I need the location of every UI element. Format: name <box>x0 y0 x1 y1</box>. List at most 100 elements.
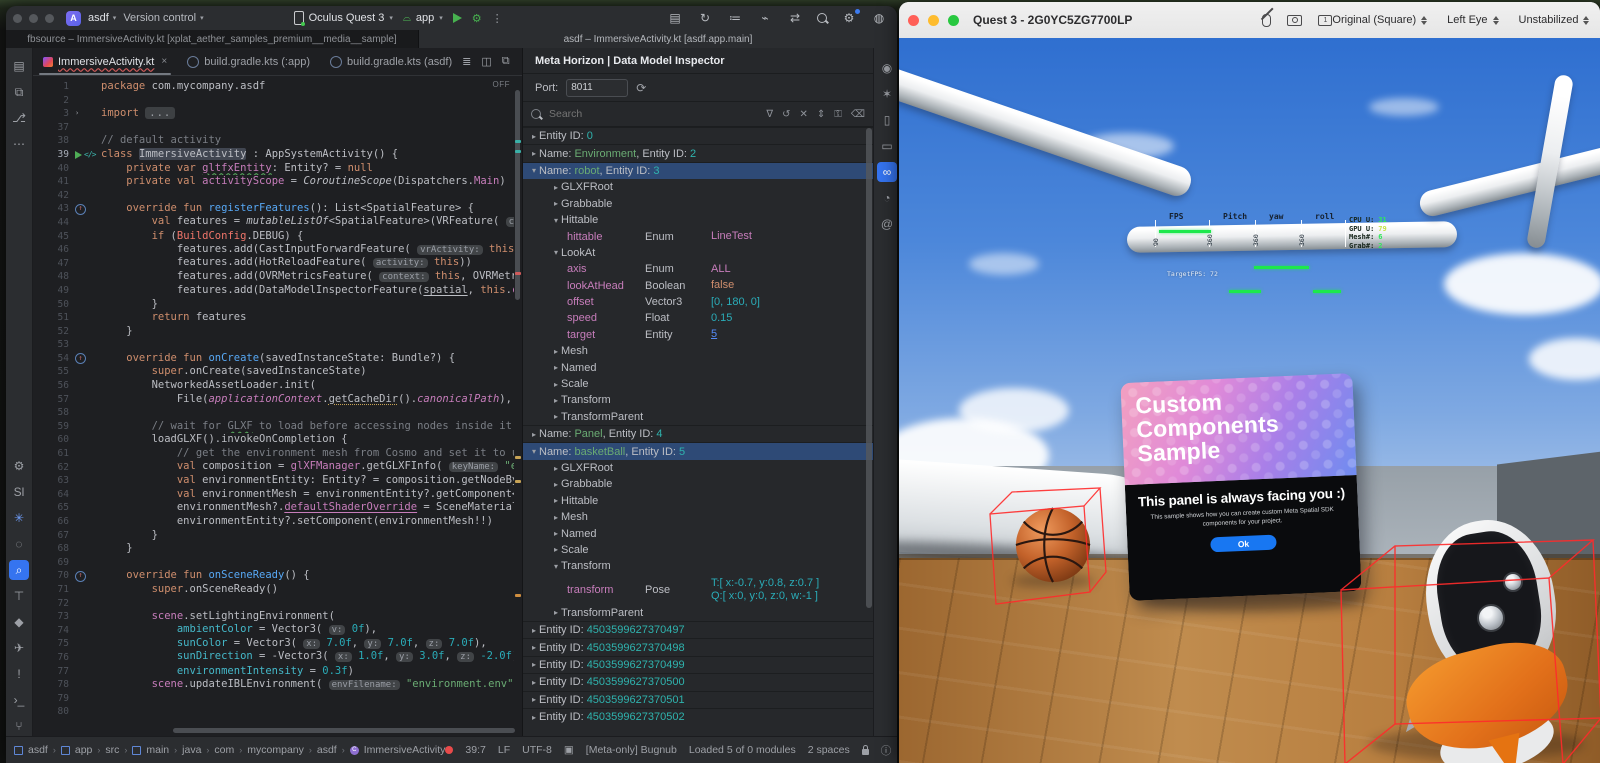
split-editor-icon[interactable]: ◫ <box>481 55 491 68</box>
tree-row[interactable]: ▾Hittable <box>523 212 873 228</box>
minimize-window-button[interactable] <box>928 15 939 26</box>
tree-row[interactable]: ▸Named <box>523 359 873 375</box>
tree-row[interactable]: offsetVector3[0, 180, 0] <box>523 294 873 310</box>
zoom-window-button[interactable] <box>948 15 959 26</box>
info-icon[interactable]: ⓘ <box>881 743 892 758</box>
readonly-icon[interactable]: ▣ <box>564 744 574 756</box>
project-selector[interactable]: asdf▾ <box>88 12 116 24</box>
problems-icon[interactable]: ! <box>9 664 29 684</box>
gem-icon[interactable]: ◆ <box>9 612 29 632</box>
tree-row[interactable]: ▸Entity ID: 4503599627370501 <box>523 691 873 708</box>
vcs-widget[interactable]: Version control▾ <box>123 12 203 24</box>
fold-icon[interactable]: › <box>75 107 79 121</box>
meta-horizon-icon[interactable]: ∞ <box>877 162 897 182</box>
tree-row[interactable]: ▸Name: Panel, Entity ID: 4 <box>523 425 873 442</box>
background-window-title[interactable]: fbsource – ImmersiveActivity.kt [xplat_a… <box>6 30 419 48</box>
scrollbar-thumb[interactable] <box>515 90 520 300</box>
tree-row[interactable]: ▸GLXFRoot <box>523 179 873 195</box>
inspector-scrollbar[interactable] <box>866 128 872 608</box>
refresh-icon[interactable]: ⟳ <box>636 81 646 95</box>
vr-ui-panel[interactable]: Custom Components Sample This panel is a… <box>1120 373 1361 601</box>
tree-row[interactable]: hittableEnumLineTest <box>523 228 873 244</box>
tree-row[interactable]: ▸Mesh <box>523 509 873 525</box>
breadcrumb[interactable]: asdf›app›src›main›java›com›mycompany›asd… <box>14 744 445 756</box>
tab-immersiveactivity-kt[interactable]: ImmersiveActivity.kt× <box>33 48 177 75</box>
tree-row[interactable]: ▸Entity ID: 4503599627370498 <box>523 638 873 655</box>
caret-position[interactable]: 39:7 <box>465 744 485 756</box>
single-window-icon[interactable]: 1 <box>1318 15 1332 26</box>
vr-viewport[interactable]: 90FPS360Pitch360yaw360roll CPU U:31GPU U… <box>899 38 1600 763</box>
breadcrumb-item[interactable]: src <box>105 744 119 756</box>
list-view-icon[interactable]: ≣ <box>462 55 471 68</box>
attach-debugger-icon[interactable]: ⌁ <box>757 11 773 25</box>
override-icon[interactable]: ↑ <box>75 571 86 582</box>
run-button[interactable] <box>453 13 462 23</box>
tree-row[interactable]: targetEntity5 <box>523 327 873 343</box>
editor-vertical-scrollbar[interactable] <box>514 76 521 736</box>
bugnub-widget[interactable]: [Meta-only] Bugnub <box>586 744 677 756</box>
breadcrumb-item[interactable]: asdf <box>317 744 337 756</box>
breadcrumb-item[interactable]: java <box>182 744 201 756</box>
terminal-icon[interactable]: ›_ <box>9 690 29 710</box>
bee-icon[interactable]: ✈ <box>9 638 29 658</box>
breadcrumb-item[interactable]: main <box>132 744 169 756</box>
filter-icon[interactable]: ∇ <box>766 109 773 120</box>
breadcrumb-item[interactable]: com <box>214 744 234 756</box>
tree-row[interactable]: speedFloat0.15 <box>523 310 873 326</box>
settings-icon[interactable]: ⚙ <box>841 11 857 25</box>
lock-icon[interactable]: ⚿ <box>834 109 842 120</box>
tab-build-gradle-kts-asdf-[interactable]: build.gradle.kts (asdf) <box>320 48 462 75</box>
tab-build-gradle-kts-app-[interactable]: build.gradle.kts (:app) <box>177 48 320 75</box>
plugin-icon[interactable]: ◌ <box>9 534 29 554</box>
more-tools-icon[interactable]: ⋯ <box>9 134 29 154</box>
tree-row[interactable]: ▸Hittable <box>523 493 873 509</box>
run-class-icon[interactable] <box>75 151 82 159</box>
tree-row[interactable]: ▸Scale <box>523 542 873 558</box>
gradle-icon[interactable]: ◔ <box>877 188 897 208</box>
ai-assistant-icon[interactable]: ✶ <box>877 84 897 104</box>
tree-row[interactable]: ▸Mesh <box>523 343 873 359</box>
more-run-options-button[interactable]: ⋮ <box>492 12 504 25</box>
update-project-icon[interactable]: ⇄ <box>787 11 803 25</box>
tree-row[interactable]: ▸Named <box>523 525 873 541</box>
tree-row[interactable]: ▾LookAt <box>523 245 873 261</box>
tree-row[interactable]: ▸Entity ID: 0 <box>523 127 873 144</box>
device-explorer-icon[interactable]: ▯ <box>877 110 897 130</box>
metamate-icon[interactable]: ✳ <box>9 508 29 528</box>
search-field[interactable] <box>531 107 758 121</box>
tree-row[interactable]: axisEnumALL <box>523 261 873 277</box>
profile-avatar[interactable]: ◍ <box>871 11 887 25</box>
tree-row[interactable]: ▸Entity ID: 4503599627370497 <box>523 621 873 638</box>
line-ending[interactable]: LF <box>498 744 510 756</box>
search-input[interactable] <box>547 107 661 121</box>
git-branch-icon[interactable]: ⑂ <box>9 716 29 736</box>
indent-setting[interactable]: 2 spaces <box>808 744 850 756</box>
tree-row[interactable]: ▸TransformParent <box>523 409 873 425</box>
app-insights-icon[interactable]: @ <box>877 214 897 234</box>
tree-row[interactable]: ▾Name: robot, Entity ID: 3 <box>523 162 873 179</box>
dropdown-original-square-[interactable]: Original (Square) <box>1332 14 1427 26</box>
notifications-icon[interactable]: ◉ <box>877 58 897 78</box>
clear-icon[interactable]: ⌫ <box>851 109 865 120</box>
running-devices-icon[interactable]: ▭ <box>877 136 897 156</box>
tree-row[interactable]: ▸GLXFRoot <box>523 460 873 476</box>
close-window-button[interactable] <box>13 14 22 23</box>
settings-sync-icon[interactable]: ⚙ <box>9 456 29 476</box>
ok-button[interactable]: Ok <box>1210 535 1277 553</box>
todo-list-icon[interactable]: ≔ <box>727 11 743 25</box>
float-editor-icon[interactable]: ⧉ <box>502 55 510 68</box>
revert-icon[interactable]: ↺ <box>782 109 790 120</box>
code-tag-icon[interactable]: </> <box>84 148 95 162</box>
override-icon[interactable]: ↑ <box>75 204 86 215</box>
editor-horizontal-scrollbar[interactable] <box>173 728 515 733</box>
tree-row[interactable]: ▸Transform <box>523 392 873 408</box>
project-icon[interactable]: ▤ <box>9 56 29 76</box>
screenshot-icon[interactable] <box>1287 15 1302 26</box>
minimize-window-button[interactable] <box>29 14 38 23</box>
tree-row[interactable]: transformPoseT:[ x:-0.7, y:0.8, z:0.7 ]Q… <box>523 575 873 605</box>
close-tab-icon[interactable]: × <box>161 56 167 67</box>
override-icon[interactable]: ↑ <box>75 353 86 364</box>
port-input[interactable] <box>566 79 628 97</box>
tree-row[interactable]: ▸Grabbable <box>523 196 873 212</box>
structure-icon[interactable]: ⎇ <box>9 108 29 128</box>
